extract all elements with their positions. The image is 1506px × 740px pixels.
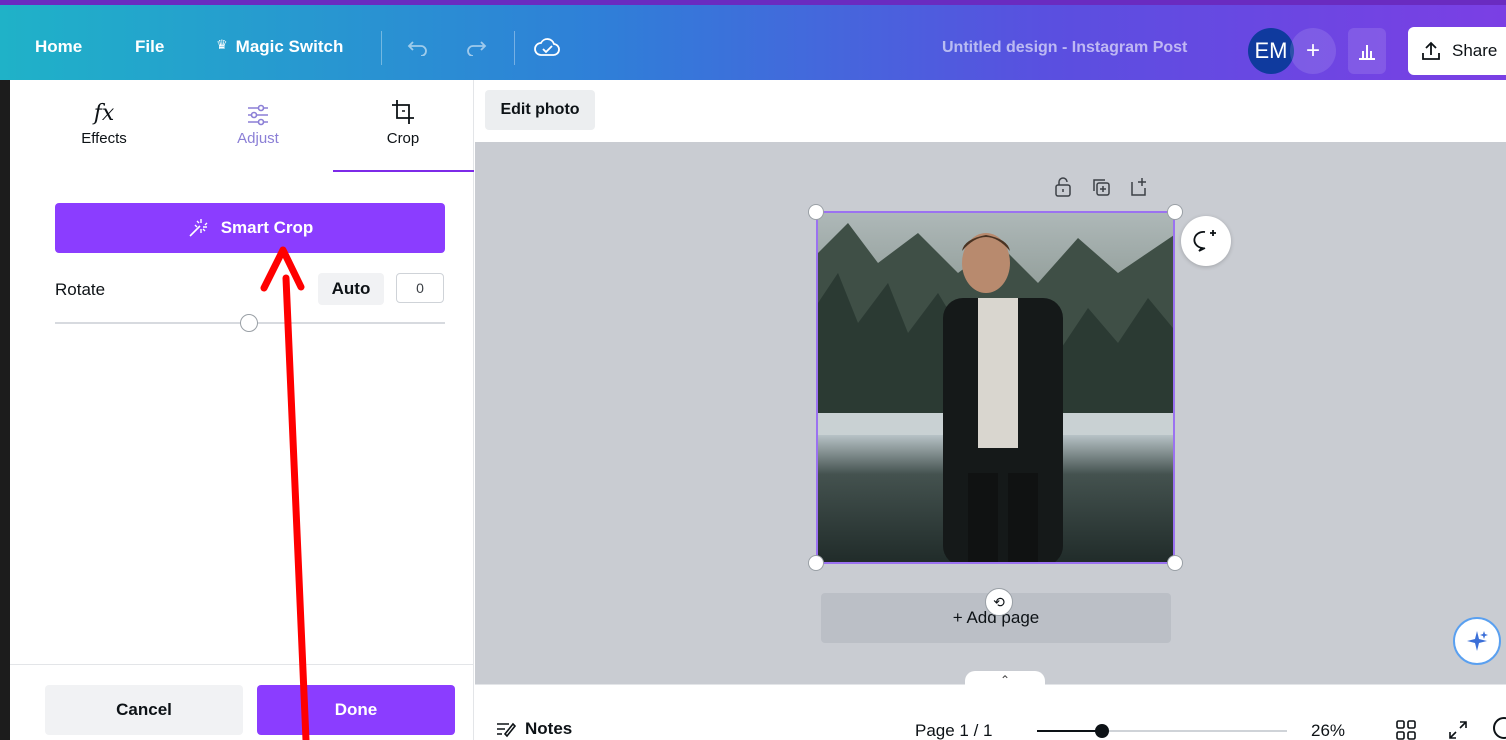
- insights-icon[interactable]: [1348, 28, 1386, 74]
- element-actions: [1053, 176, 1149, 198]
- zoom-slider-thumb[interactable]: [1095, 724, 1109, 738]
- top-toolbar: Home File ♛ Magic Switch Untitled design…: [0, 0, 1506, 80]
- grid-view-icon[interactable]: [1395, 719, 1417, 740]
- upload-icon: [1422, 41, 1440, 60]
- tab-effects[interactable]: fx Effects: [34, 80, 174, 172]
- sparkle-icon: [1467, 631, 1488, 651]
- page-indicator[interactable]: Page 1 / 1: [915, 721, 993, 740]
- rotate-label: Rotate: [55, 280, 106, 299]
- selected-photo[interactable]: [816, 211, 1175, 564]
- home-button[interactable]: Home: [35, 37, 82, 57]
- bottom-bar: ⌃ Notes Page 1 / 1 26%: [475, 671, 1506, 740]
- left-rail: [0, 80, 10, 740]
- rotate-value-input[interactable]: 0: [396, 273, 444, 303]
- design-title[interactable]: Untitled design - Instagram Post: [942, 39, 1187, 57]
- resize-handle-top-left[interactable]: [808, 204, 824, 220]
- auto-rotate-button[interactable]: Auto: [318, 273, 384, 305]
- cloud-saved-icon[interactable]: [533, 33, 561, 61]
- magic-switch-label: Magic Switch: [235, 37, 344, 56]
- active-tab-indicator: [333, 170, 474, 172]
- fullscreen-icon[interactable]: [1447, 719, 1469, 740]
- fx-icon: fx: [93, 101, 115, 126]
- collapse-pages-button[interactable]: ⌃: [965, 671, 1045, 689]
- context-toolbar: Edit photo: [475, 80, 1506, 142]
- crown-icon: ♛: [216, 37, 228, 52]
- cancel-button[interactable]: Cancel: [45, 685, 243, 735]
- avatar[interactable]: EM: [1248, 28, 1294, 74]
- edit-photo-panel: fx Effects Adjust Crop Smart Crop Rotate…: [10, 80, 474, 740]
- zoom-slider[interactable]: [1037, 724, 1287, 738]
- share-button[interactable]: Share: [1408, 27, 1506, 75]
- tab-adjust[interactable]: Adjust: [188, 80, 328, 172]
- tab-label: Adjust: [237, 130, 279, 147]
- magic-assistant-button[interactable]: [1453, 617, 1501, 665]
- help-icon[interactable]: [1493, 717, 1506, 739]
- add-collaborator-button[interactable]: +: [1290, 28, 1336, 74]
- crop-icon: [333, 80, 473, 130]
- sliders-icon: [188, 80, 328, 130]
- redo-icon[interactable]: [462, 33, 490, 61]
- tab-crop[interactable]: Crop: [333, 80, 473, 172]
- notes-icon: [497, 722, 517, 738]
- add-comment-button[interactable]: [1181, 216, 1231, 266]
- notes-button[interactable]: Notes: [495, 719, 572, 739]
- panel-footer: Cancel Done: [10, 664, 474, 740]
- file-menu[interactable]: File: [135, 37, 164, 57]
- tab-label: Crop: [386, 130, 420, 147]
- duplicate-icon[interactable]: [1091, 176, 1111, 198]
- smart-crop-button[interactable]: Smart Crop: [55, 203, 445, 253]
- undo-icon[interactable]: [404, 33, 432, 61]
- design-canvas: + Add page ⟲: [475, 142, 1506, 684]
- unlock-icon[interactable]: [1053, 176, 1073, 198]
- divider: [381, 31, 382, 65]
- comment-add-icon: [1193, 230, 1216, 252]
- edit-photo-button[interactable]: Edit photo: [485, 90, 595, 130]
- magic-wand-icon: [189, 219, 208, 237]
- zoom-slider-fill: [1037, 730, 1102, 732]
- done-button[interactable]: Done: [257, 685, 455, 735]
- add-to-page-icon[interactable]: [1129, 176, 1149, 198]
- zoom-level[interactable]: 26%: [1311, 721, 1345, 740]
- resize-handle-top-right[interactable]: [1167, 204, 1183, 220]
- share-label: Share: [1452, 41, 1498, 60]
- tab-label: Effects: [81, 130, 127, 147]
- resize-handle-bottom-left[interactable]: [808, 555, 824, 571]
- magic-switch-button[interactable]: ♛ Magic Switch: [216, 37, 343, 57]
- rotate-slider-thumb[interactable]: [240, 314, 258, 332]
- divider: [514, 31, 515, 65]
- photo-man-in-puffer-jacket: [818, 213, 1173, 562]
- notes-label: Notes: [525, 719, 573, 738]
- smart-crop-label: Smart Crop: [220, 218, 314, 237]
- resize-handle-bottom-right[interactable]: [1167, 555, 1183, 571]
- rotate-handle[interactable]: ⟲: [985, 588, 1013, 616]
